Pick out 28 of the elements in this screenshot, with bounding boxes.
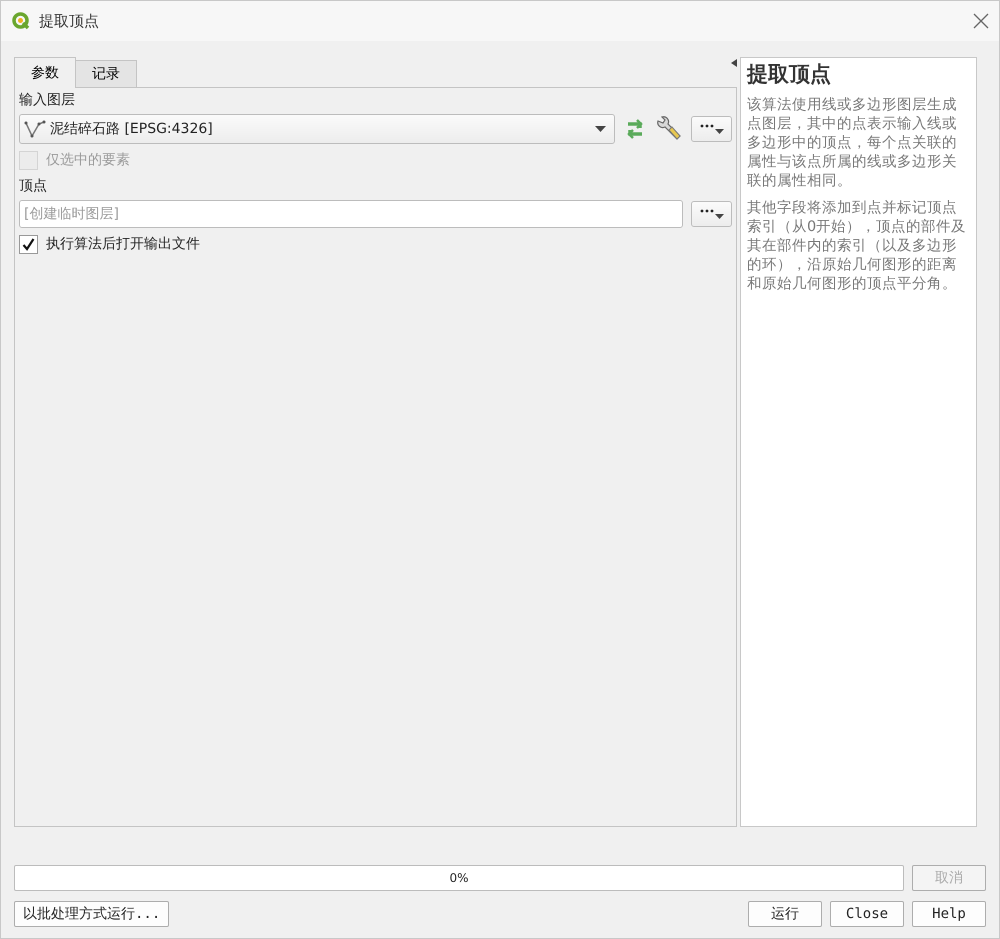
dialog-button[interactable]: Close xyxy=(830,901,904,927)
close-icon[interactable] xyxy=(973,13,989,29)
field-label: 顶点 xyxy=(19,177,48,196)
tab[interactable]: 记录 xyxy=(75,60,137,88)
tab[interactable]: 参数 xyxy=(14,57,76,88)
options-button[interactable] xyxy=(691,116,732,142)
line-layer-icon xyxy=(24,120,46,138)
ellipsis-caret-icon xyxy=(698,208,724,220)
caret-icon xyxy=(595,126,606,132)
app-logo-icon xyxy=(11,11,31,31)
dialog-button[interactable]: 运行 xyxy=(748,901,822,927)
help-title: 提取顶点 xyxy=(747,61,832,88)
batch-button[interactable]: 以批处理方式运行... xyxy=(14,901,170,927)
dialog-button[interactable]: Help xyxy=(912,901,986,927)
help-text: 其他字段将添加到点并标记顶点索引（从0开始），顶点的部件及其在部件内的索引（以及多边形的环），沿原始几何图形的距离和原始几何图形的顶点平分角。 xyxy=(747,199,968,294)
checkbox[interactable] xyxy=(19,234,38,254)
window-title: 提取顶点 xyxy=(39,12,100,30)
options-button[interactable] xyxy=(691,201,732,227)
checkbox-label: 仅选中的要素 xyxy=(46,151,130,169)
checkbox-label: 执行算法后打开输出文件 xyxy=(46,235,200,253)
collapse-arrow-icon[interactable] xyxy=(731,59,737,67)
wrench-icon[interactable] xyxy=(655,116,683,142)
help-text: 该算法使用线或多边形图层生成点图层，其中的点表示输入线或多边形中的顶点，每个点关联的属性与该点所属的线或多边形关联的属性相同。 xyxy=(747,96,958,191)
layer-dropdown[interactable]: 泥结碎石路 [EPSG:4326] xyxy=(19,114,615,144)
progress-reading: 0% xyxy=(449,871,469,885)
output-field[interactable]: [创建临时图层] xyxy=(19,200,683,228)
ellipsis-caret-icon xyxy=(698,123,724,135)
field-label: 输入图层 xyxy=(19,91,76,110)
